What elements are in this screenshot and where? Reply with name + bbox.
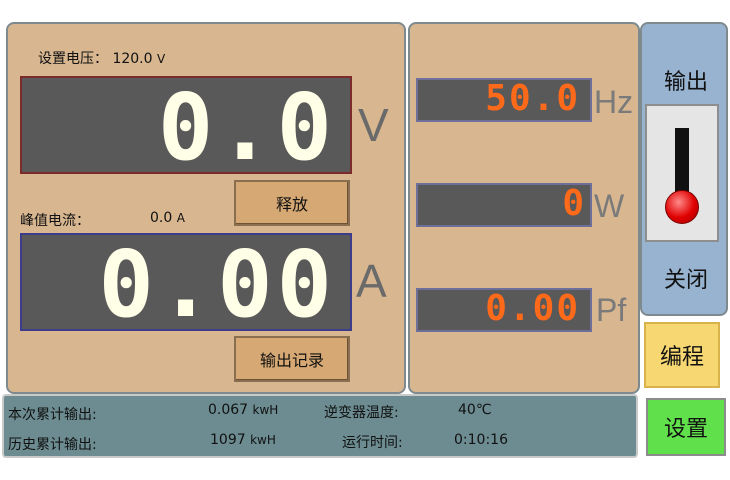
power-factor-display: 0.00 <box>416 288 592 332</box>
voltage-reading: 0.0 <box>157 74 336 181</box>
runtime-label: 运行时间: <box>342 435 403 451</box>
history-output-reading: 1097 kwH <box>210 432 276 448</box>
history-output-label: 历史累计输出: <box>8 437 97 453</box>
voltage-setpoint-label: 设置电压： <box>38 51 108 67</box>
frequency-display: 50.0 <box>416 78 592 122</box>
current-reading: 0.00 <box>98 231 336 338</box>
voltage-display: 0.0 <box>20 74 352 181</box>
history-output-unit: kwH <box>250 433 276 447</box>
current-output-value: 0.067 <box>208 402 249 418</box>
voltage-unit: V <box>358 99 389 151</box>
output-state-label: 关闭 <box>663 268 708 293</box>
program-button[interactable]: 编程 <box>644 322 720 388</box>
peak-current-value: 0.0 <box>150 210 173 226</box>
settings-button[interactable]: 设置 <box>646 398 726 456</box>
current-output-label: 本次累计输出: <box>8 407 97 423</box>
history-output-value: 1097 <box>210 432 246 448</box>
output-toggle-switch[interactable] <box>645 104 719 242</box>
peak-current-reading: 0.0 A <box>150 210 185 226</box>
release-button[interactable]: 释放 <box>234 180 350 226</box>
inverter-temp-label: 逆变器温度: <box>324 405 399 421</box>
power-factor-reading: 0.00 <box>485 288 580 329</box>
current-display: 0.00 <box>20 231 352 338</box>
inverter-temp-unit: ℃ <box>475 402 492 418</box>
current-unit: A <box>356 255 387 307</box>
power-unit: W <box>594 188 625 224</box>
stats-bar <box>2 394 638 458</box>
current-output-reading: 0.067 kwH <box>208 402 278 418</box>
output-label: 输出 <box>663 70 708 95</box>
peak-current: 峰值电流： <box>20 210 90 230</box>
frequency-unit: Hz <box>594 84 634 120</box>
voltage-setpoint-unit: V <box>157 52 166 66</box>
output-log-button[interactable]: 输出记录 <box>234 336 350 382</box>
power-display: 0 <box>416 183 592 227</box>
power-reading: 0 <box>562 183 586 224</box>
runtime-value: 0:10:16 <box>454 432 508 448</box>
voltage-setpoint: 设置电压： 120.0 V <box>38 48 165 68</box>
frequency-reading: 50.0 <box>485 78 580 119</box>
inverter-temp-reading: 40℃ <box>458 402 492 418</box>
peak-current-label: 峰值电流： <box>20 213 90 229</box>
inverter-temp-value: 40 <box>458 402 476 418</box>
toggle-knob <box>665 190 699 224</box>
peak-current-unit: A <box>176 211 185 225</box>
current-output-unit: kwH <box>252 403 279 417</box>
voltage-setpoint-value: 120.0 <box>112 51 153 67</box>
power-factor-unit: Pf <box>596 292 627 328</box>
